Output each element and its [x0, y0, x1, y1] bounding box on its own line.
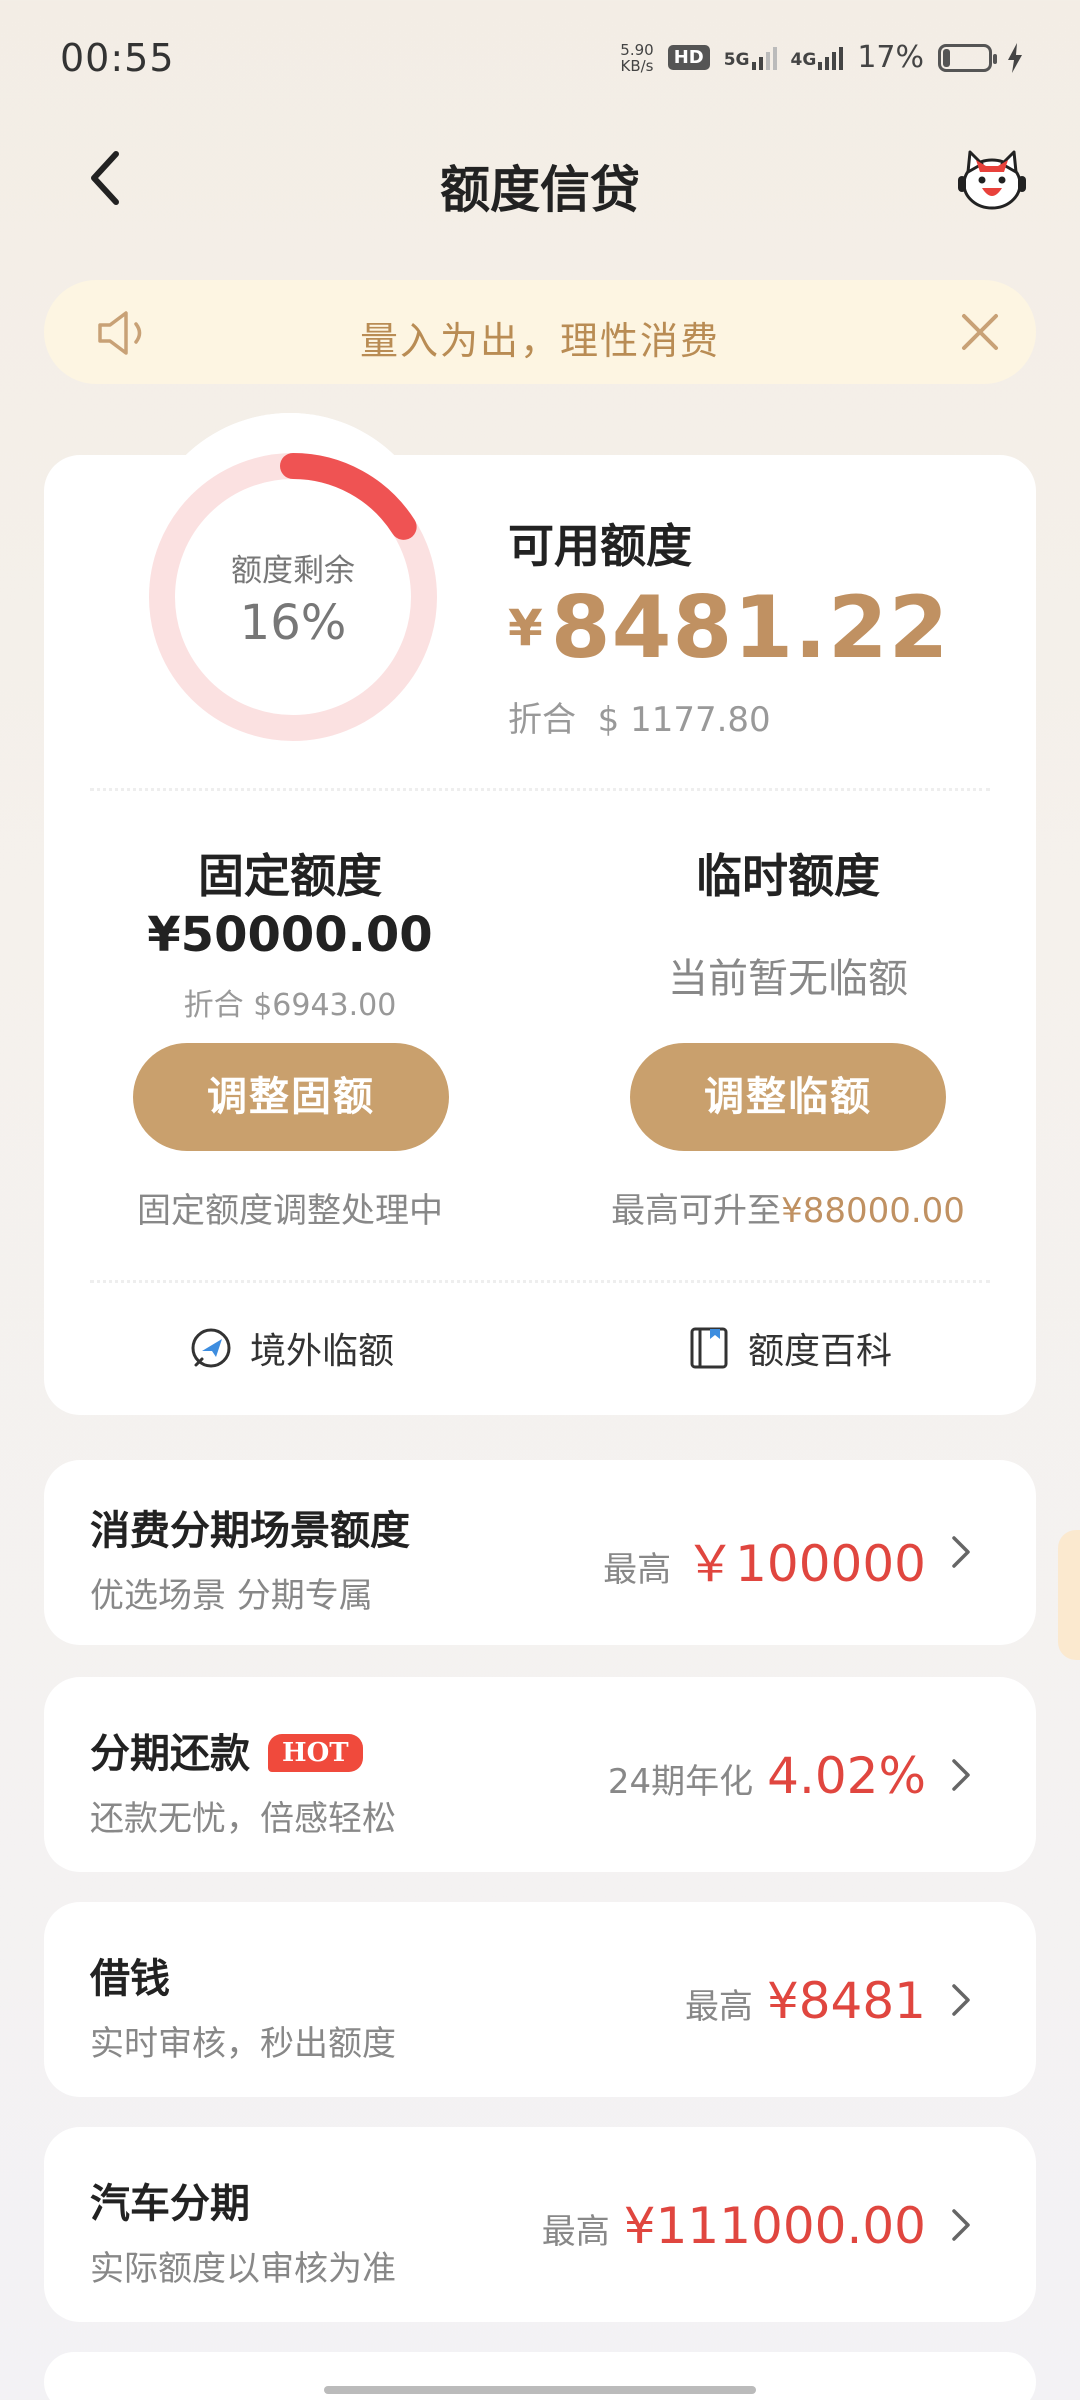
battery-percent: 17% — [857, 40, 924, 75]
borrow-row[interactable]: 借钱 实时审核，秒出额度 最高 ¥8481 — [44, 1902, 1036, 2097]
overseas-temp-link[interactable]: 境外临额 — [188, 1322, 394, 1374]
available-amount-value: 8481.22 — [550, 578, 950, 678]
available-label: 可用额度 — [508, 519, 692, 573]
available-amount: ¥8481.22 — [508, 578, 950, 678]
divider — [90, 788, 990, 791]
row-value: 最高 ￥100000 — [603, 1535, 926, 1593]
adjust-temp-button[interactable]: 调整临额 — [630, 1043, 946, 1151]
chevron-right-icon — [952, 1536, 970, 1568]
row-subtitle: 实际额度以审核为准 — [90, 2249, 396, 2289]
ring-label: 额度剩余 — [231, 553, 355, 589]
signal-4g-icon: 4G — [791, 46, 844, 70]
charging-icon — [1008, 42, 1022, 73]
mascot-icon[interactable] — [956, 146, 1028, 212]
net-speed: 5.90 KB/s — [620, 40, 654, 75]
fixed-credit-amount: ¥50000.00 — [147, 907, 433, 963]
fixed-credit-equiv: 折合 $6943.00 — [183, 988, 397, 1023]
currency-symbol: ¥ — [508, 599, 543, 657]
row-title: 分期还款 HOT — [90, 1721, 363, 1779]
temp-credit-note: 最高可升至¥88000.00 — [611, 1191, 965, 1231]
signal-5g-icon: 5G — [724, 46, 777, 70]
available-equiv: 折合 $ 1177.80 — [508, 700, 771, 740]
row-value: 最高 ¥111000.00 — [541, 2197, 926, 2255]
row-value: 24期年化 4.02% — [607, 1747, 926, 1805]
chevron-right-icon — [952, 1984, 970, 2016]
book-icon — [690, 1327, 728, 1369]
row-value: 最高 ¥8481 — [684, 1972, 926, 2030]
notice-text: 量入为出，理性消费 — [359, 319, 720, 363]
row-title: 汽车分期 — [90, 2181, 250, 2227]
temp-credit-title: 临时额度 — [696, 849, 880, 903]
plane-globe-icon — [191, 1328, 231, 1368]
close-icon[interactable] — [958, 310, 1002, 354]
notice-banner[interactable]: 量入为出，理性消费 — [44, 280, 1036, 384]
row-subtitle: 优选场景 分期专属 — [90, 1576, 373, 1616]
fixed-credit-title: 固定额度 — [198, 849, 382, 903]
chevron-right-icon — [952, 1759, 970, 1791]
installment-scene-row[interactable]: 消费分期场景额度 优选场景 分期专属 最高 ￥100000 — [44, 1460, 1036, 1645]
battery-icon — [938, 43, 997, 72]
hot-badge: HOT — [268, 1734, 363, 1772]
row-title: 消费分期场景额度 — [90, 1508, 410, 1554]
car-installment-row[interactable]: 汽车分期 实际额度以审核为准 最高 ¥111000.00 — [44, 2127, 1036, 2322]
row-subtitle: 还款无忧，倍感轻松 — [90, 1799, 396, 1839]
installment-repay-row[interactable]: 分期还款 HOT 还款无忧，倍感轻松 24期年化 4.02% — [44, 1677, 1036, 1872]
fixed-credit-note: 固定额度调整处理中 — [137, 1191, 443, 1231]
chevron-right-icon — [952, 2209, 970, 2241]
temp-credit-none: 当前暂无临额 — [668, 956, 908, 1002]
ring-percent: 16% — [239, 595, 347, 651]
divider — [90, 1280, 990, 1283]
row-subtitle: 实时审核，秒出额度 — [90, 2024, 396, 2064]
adjust-fixed-button[interactable]: 调整固额 — [133, 1043, 449, 1151]
page-title: 额度信贷 — [440, 161, 640, 219]
status-icons: 5.90 KB/s HD 5G 4G 17% — [620, 40, 1024, 75]
side-float-tab[interactable] — [1058, 1530, 1080, 1660]
hd-icon: HD — [667, 45, 710, 70]
status-bar: 00:55 5.90 KB/s HD 5G 4G 17% — [0, 0, 1080, 120]
status-time: 00:55 — [60, 36, 175, 80]
row-title: 借钱 — [90, 1956, 170, 2002]
home-indicator[interactable] — [324, 2386, 756, 2394]
credit-wiki-link[interactable]: 额度百科 — [686, 1322, 892, 1374]
